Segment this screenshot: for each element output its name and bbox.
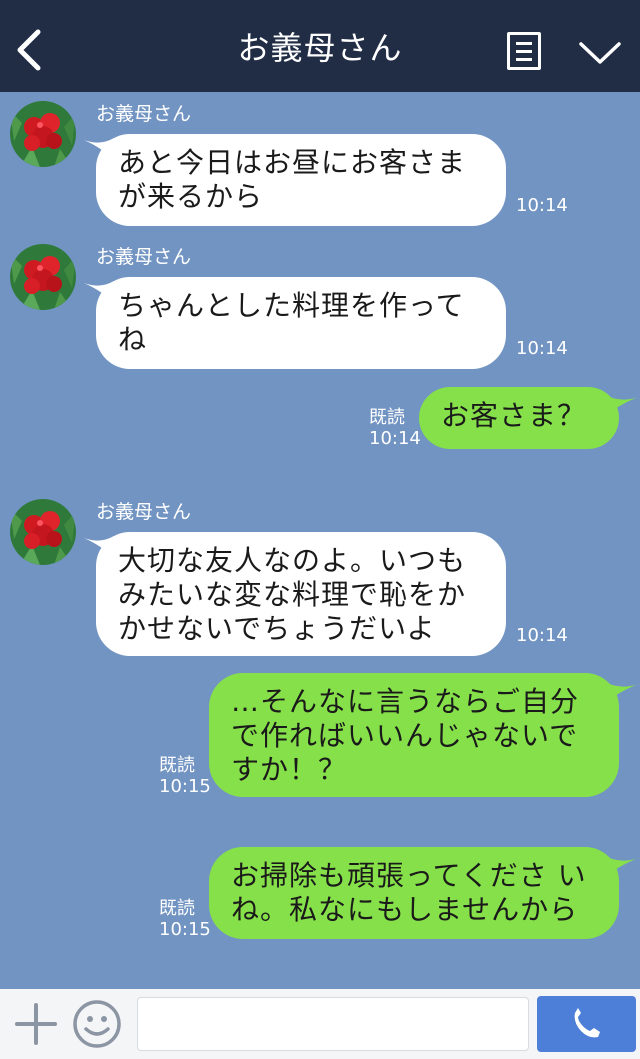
plus-icon[interactable] [14,1002,58,1046]
message-bubble[interactable]: …そんなに言うならご自分 で作ればいいんじゃないで すか！？ [209,673,619,797]
message-time: 10:15 [159,919,211,940]
avatar[interactable] [10,101,76,167]
message-bubble[interactable]: 大切な友人なのよ。いつも みたいな変な料理で恥をか かせないでちょうだいよ [96,532,506,656]
document-menu-icon[interactable] [507,32,541,70]
phone-icon [574,1008,600,1038]
chat-title: お義母さん [237,29,403,67]
chevron-down-icon[interactable] [578,40,622,66]
chat-header: お義母さん [0,0,640,92]
sender-name: お義母さん [96,103,192,125]
message-time: 10:15 [159,776,211,797]
message-time: 10:14 [516,625,568,646]
avatar[interactable] [10,244,76,310]
read-receipt: 既読 [159,898,195,919]
read-receipt: 既読 [369,407,405,428]
avatar[interactable] [10,499,76,565]
smiley-icon[interactable] [72,999,122,1049]
message-bubble[interactable]: あと今日はお昼にお客さま が来るから [96,134,506,226]
call-button[interactable] [537,996,636,1052]
message-time: 10:14 [516,195,568,216]
message-time: 10:14 [516,338,568,359]
message-bubble[interactable]: ちゃんとした料理を作って ね [96,277,506,369]
read-receipt: 既読 [159,755,195,776]
message-input[interactable] [137,997,529,1051]
message-time: 10:14 [369,428,421,449]
sender-name: お義母さん [96,246,192,268]
sender-name: お義母さん [96,501,192,523]
message-bubble[interactable]: お客さま？ [419,387,619,449]
message-bubble[interactable]: お掃除も頑張ってくださ い ね。私なにもしませんから [209,847,619,939]
